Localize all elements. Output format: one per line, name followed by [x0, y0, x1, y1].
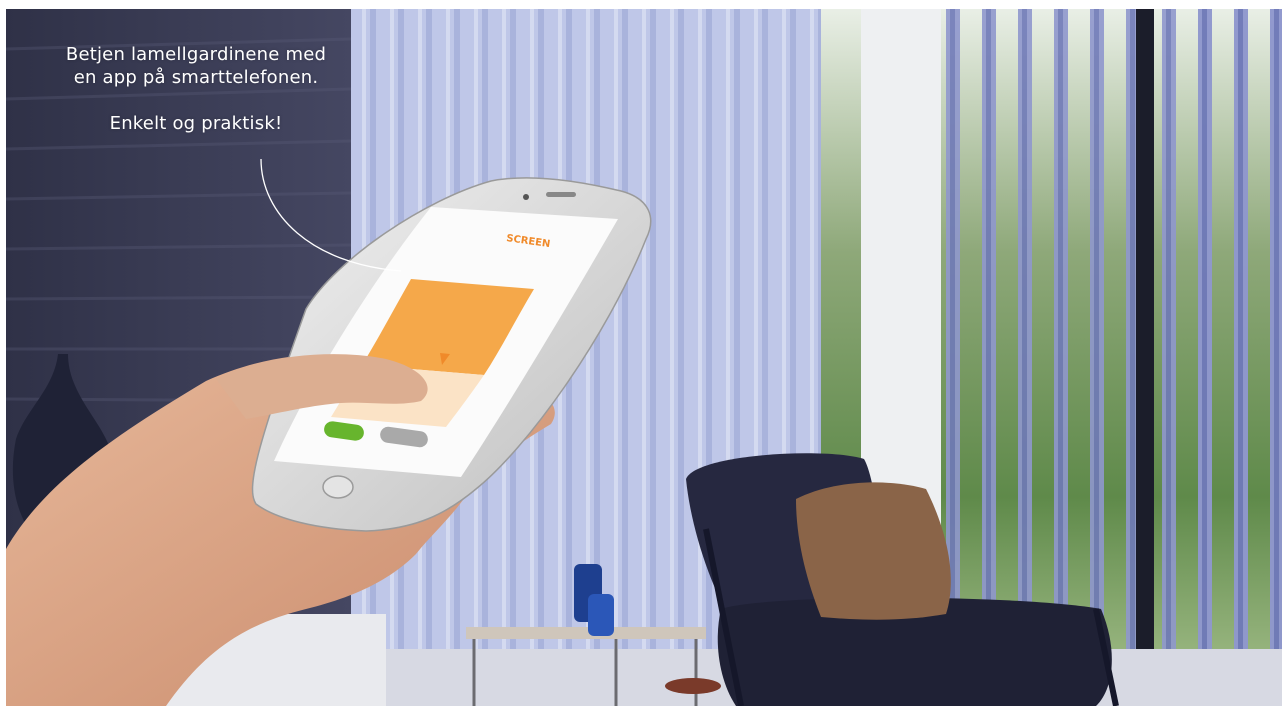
front-camera-icon: [523, 194, 529, 200]
caption-line-2: en app på smarttelefonen.: [73, 67, 319, 88]
photo-scene: SCREEN Betjen lamellgardinene med en app…: [6, 9, 1282, 706]
pillow: [796, 482, 951, 620]
caption-line-3: Enkelt og praktisk!: [109, 113, 283, 134]
caption: Betjen lamellgardinene med en app på sma…: [26, 43, 366, 135]
home-button[interactable]: [322, 475, 354, 499]
caption-line-1: Betjen lamellgardinene med: [65, 44, 327, 65]
